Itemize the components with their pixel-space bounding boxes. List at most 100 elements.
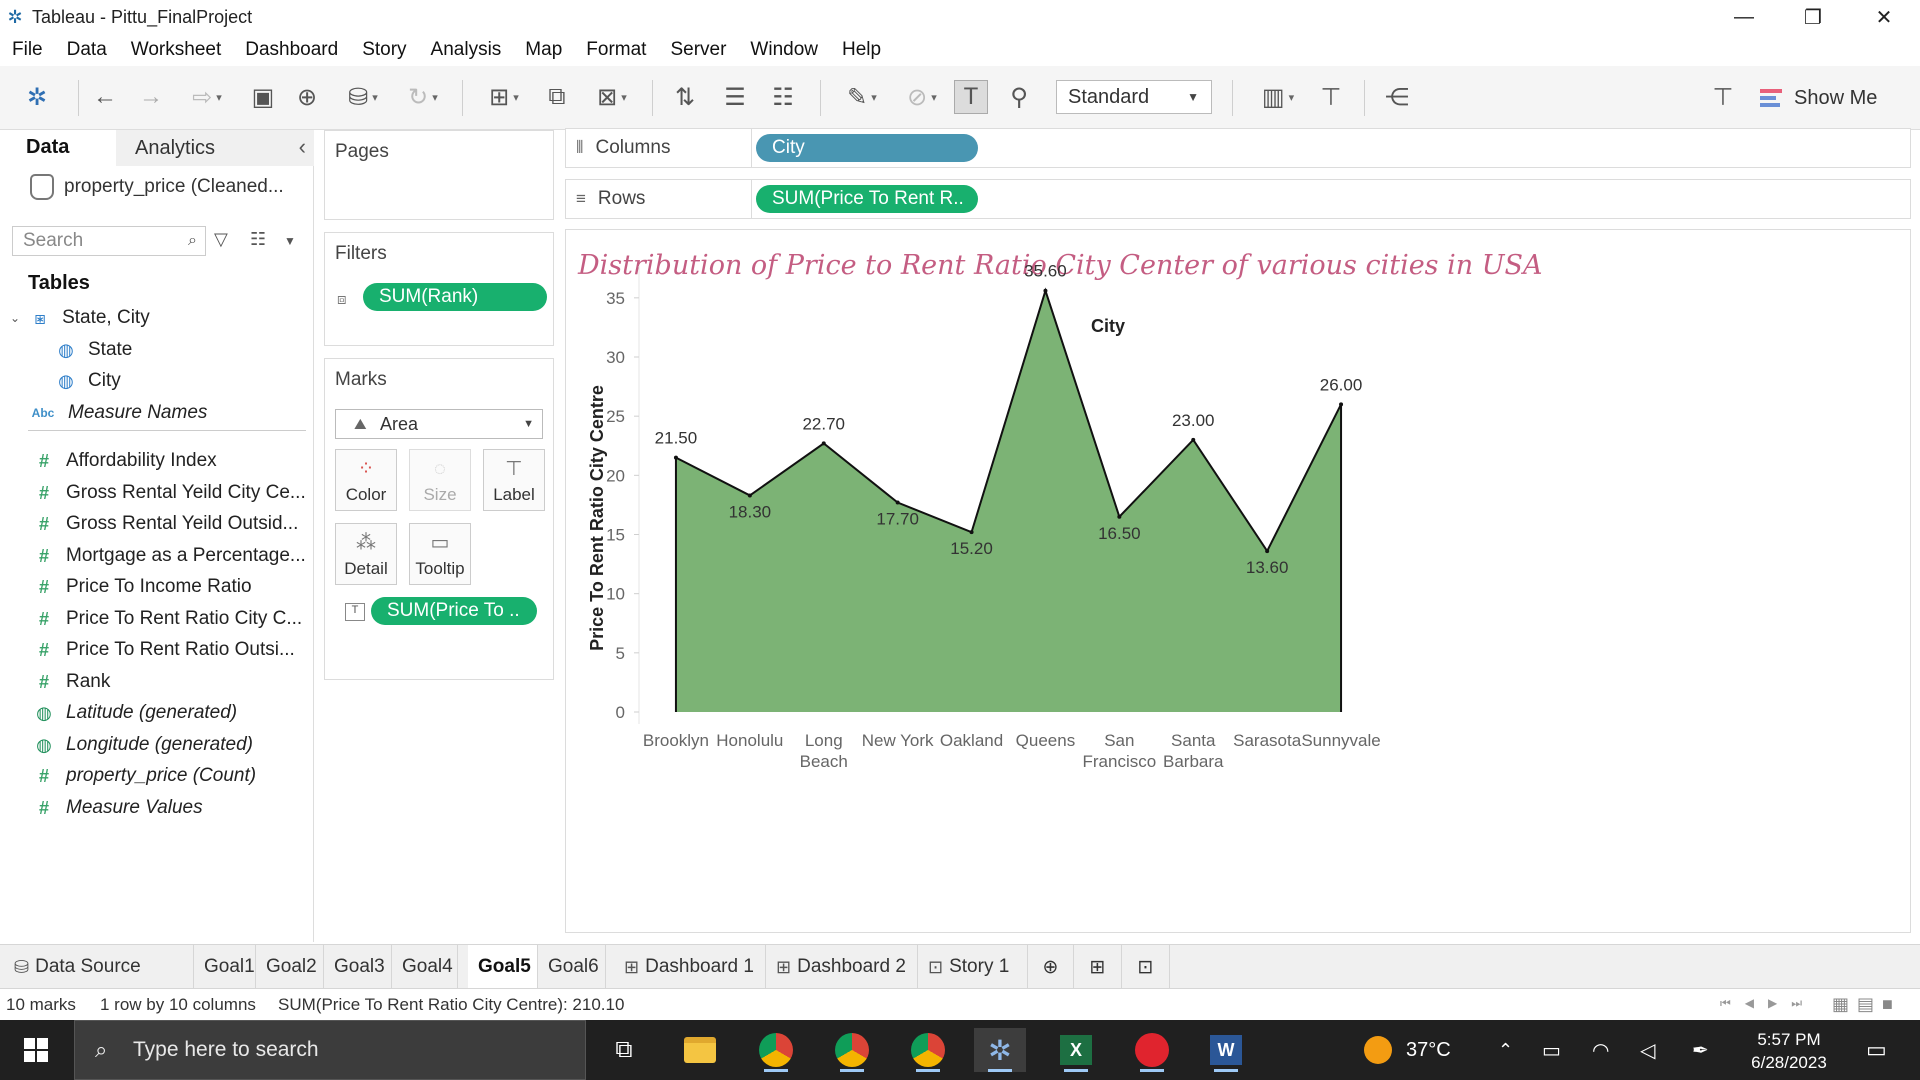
tableau-taskbar-icon[interactable]: ✲: [974, 1028, 1026, 1072]
filters-card[interactable]: Filters ⧈ SUM(Rank): [324, 232, 554, 346]
tab-analytics[interactable]: Analytics: [116, 130, 314, 166]
close-button[interactable]: ✕: [1849, 0, 1919, 34]
chrome-icon[interactable]: [750, 1028, 802, 1072]
weather-widget[interactable]: 37°C: [1364, 1020, 1451, 1080]
data-point[interactable]: [969, 530, 974, 535]
chrome-profile-icon[interactable]: [826, 1028, 878, 1072]
filter-pill-rank[interactable]: SUM(Rank): [363, 283, 547, 311]
field-measure-names[interactable]: Abc Measure Names: [28, 399, 338, 427]
area-chart[interactable]: Distribution of Price to Rent Ratio City…: [566, 230, 1910, 932]
new-dashboard-icon[interactable]: ⊞: [1074, 945, 1122, 989]
tableau-logo-icon[interactable]: ✲: [20, 80, 54, 114]
menu-help[interactable]: Help: [830, 39, 893, 61]
data-point[interactable]: [747, 493, 752, 498]
field-hierarchy[interactable]: ⌄ ⧆ State, City: [10, 304, 320, 332]
field-measure[interactable]: # Price To Rent Ratio City C...: [34, 605, 344, 633]
sheet-view-icons[interactable]: ▦▤■: [1832, 994, 1901, 1015]
menu-server[interactable]: Server: [658, 39, 738, 61]
tab-dashboard-1[interactable]: ⊞ Dashboard 1: [614, 945, 766, 989]
new-worksheet-icon[interactable]: ⊞ ▾: [476, 80, 532, 114]
swap-rows-columns-icon[interactable]: ⇅: [668, 80, 702, 114]
columns-pill-city[interactable]: City: [756, 134, 978, 162]
chevron-down-icon[interactable]: ▼: [284, 234, 296, 248]
data-point[interactable]: [1117, 514, 1122, 519]
menu-file[interactable]: File: [0, 39, 55, 61]
sort-ascending-icon[interactable]: ☰: [718, 80, 752, 114]
marks-pill-price-to-rent[interactable]: SUM(Price To ..: [371, 597, 537, 625]
tab-goal6[interactable]: Goal6: [538, 945, 606, 989]
field-measure[interactable]: # Mortgage as a Percentage...: [34, 542, 344, 570]
tab-goal3[interactable]: Goal3: [324, 945, 392, 989]
field-latitude[interactable]: ◍ Latitude (generated): [34, 699, 344, 727]
pen-icon[interactable]: ✒: [1692, 1020, 1709, 1080]
menu-format[interactable]: Format: [574, 39, 658, 61]
detail-button[interactable]: ⁂ Detail: [335, 523, 397, 585]
columns-shelf[interactable]: ⦀ Columns City: [565, 128, 1911, 168]
refresh-icon[interactable]: ↻ ▾: [396, 80, 450, 114]
field-city[interactable]: ◍ City: [56, 367, 366, 395]
menu-map[interactable]: Map: [513, 39, 574, 61]
tab-goal2[interactable]: Goal2: [256, 945, 324, 989]
battery-icon[interactable]: ▭: [1542, 1020, 1561, 1080]
label-button[interactable]: ⊤ Label: [483, 449, 545, 511]
menu-dashboard[interactable]: Dashboard: [233, 39, 350, 61]
tooltip-button[interactable]: ▭ Tooltip: [409, 523, 471, 585]
field-measure[interactable]: # Gross Rental Yeild City Ce...: [34, 479, 344, 507]
word-icon[interactable]: W: [1200, 1028, 1252, 1072]
menu-window[interactable]: Window: [738, 39, 830, 61]
data-point[interactable]: [895, 500, 900, 505]
new-story-icon[interactable]: ⊡: [1122, 945, 1170, 989]
notifications-icon[interactable]: ▭: [1866, 1020, 1887, 1080]
redo-icon[interactable]: →: [134, 80, 168, 114]
field-longitude[interactable]: ◍ Longitude (generated): [34, 731, 344, 759]
share-icon[interactable]: ⋲: [1380, 80, 1414, 114]
menu-data[interactable]: Data: [55, 39, 119, 61]
duplicate-sheet-icon[interactable]: ⧉: [540, 80, 574, 114]
new-data-source-icon[interactable]: ⊕: [290, 80, 324, 114]
clear-sheet-icon[interactable]: ⊠ ▾: [584, 80, 640, 114]
highlight-icon[interactable]: ✎ ▾: [836, 80, 888, 114]
field-measure[interactable]: # Affordability Index: [34, 447, 344, 475]
menu-story[interactable]: Story: [350, 39, 418, 61]
field-state[interactable]: ◍ State: [56, 336, 366, 364]
file-explorer-icon[interactable]: [674, 1028, 726, 1072]
menu-analysis[interactable]: Analysis: [419, 39, 514, 61]
data-point[interactable]: [1191, 437, 1196, 442]
volume-icon[interactable]: ◁: [1640, 1020, 1655, 1080]
view-list-icon[interactable]: ☷: [250, 229, 266, 250]
restore-button[interactable]: ❐: [1778, 0, 1848, 34]
task-view-icon[interactable]: ⧉: [598, 1028, 650, 1072]
size-button[interactable]: ◌ Size: [409, 449, 471, 511]
minimize-button[interactable]: —: [1709, 0, 1779, 34]
menu-worksheet[interactable]: Worksheet: [119, 39, 233, 61]
data-point[interactable]: [673, 455, 678, 460]
tooltip-icon[interactable]: ⊤: [1706, 80, 1740, 114]
rows-pill-price-to-rent[interactable]: SUM(Price To Rent R..: [756, 185, 978, 213]
visualization-area[interactable]: Distribution of Price to Rent Ratio City…: [565, 229, 1911, 933]
tab-goal4[interactable]: Goal4: [392, 945, 458, 989]
show-cards-icon[interactable]: ▥ ▾: [1250, 80, 1306, 114]
sort-descending-icon[interactable]: ☷: [766, 80, 800, 114]
field-measure[interactable]: # Price To Income Ratio: [34, 573, 344, 601]
search-input[interactable]: Search ⌕: [12, 226, 206, 256]
field-measure[interactable]: # Rank: [34, 668, 344, 696]
area-fill[interactable]: [675, 290, 1342, 712]
wifi-icon[interactable]: ◠: [1592, 1020, 1609, 1080]
clock[interactable]: 5:57 PM 6/28/2023: [1724, 1028, 1854, 1074]
field-measure-values[interactable]: # Measure Values: [34, 794, 344, 822]
fix-axes-icon[interactable]: ⚲: [1002, 80, 1036, 114]
fit-select[interactable]: Standard ▼: [1056, 80, 1212, 114]
data-point[interactable]: [1339, 402, 1344, 407]
taskbar-search-input[interactable]: ⌕ Type here to search: [74, 1020, 586, 1080]
tab-data-source[interactable]: ⛁ Data Source: [0, 945, 194, 989]
presentation-mode-icon[interactable]: ⊤: [1314, 80, 1348, 114]
undo-icon[interactable]: ←: [88, 80, 122, 114]
excel-icon[interactable]: X: [1050, 1028, 1102, 1072]
filter-icon[interactable]: ▽: [214, 229, 228, 250]
chrome-alt-icon[interactable]: [902, 1028, 954, 1072]
color-button[interactable]: ⁘ Color: [335, 449, 397, 511]
field-measure[interactable]: # Gross Rental Yeild Outsid...: [34, 510, 344, 538]
sheet-nav-arrows-icon[interactable]: ⏮◀▶⏭: [1720, 996, 1816, 1011]
replay-icon[interactable]: ⇨ ▾: [178, 80, 236, 114]
data-point[interactable]: [821, 441, 826, 446]
